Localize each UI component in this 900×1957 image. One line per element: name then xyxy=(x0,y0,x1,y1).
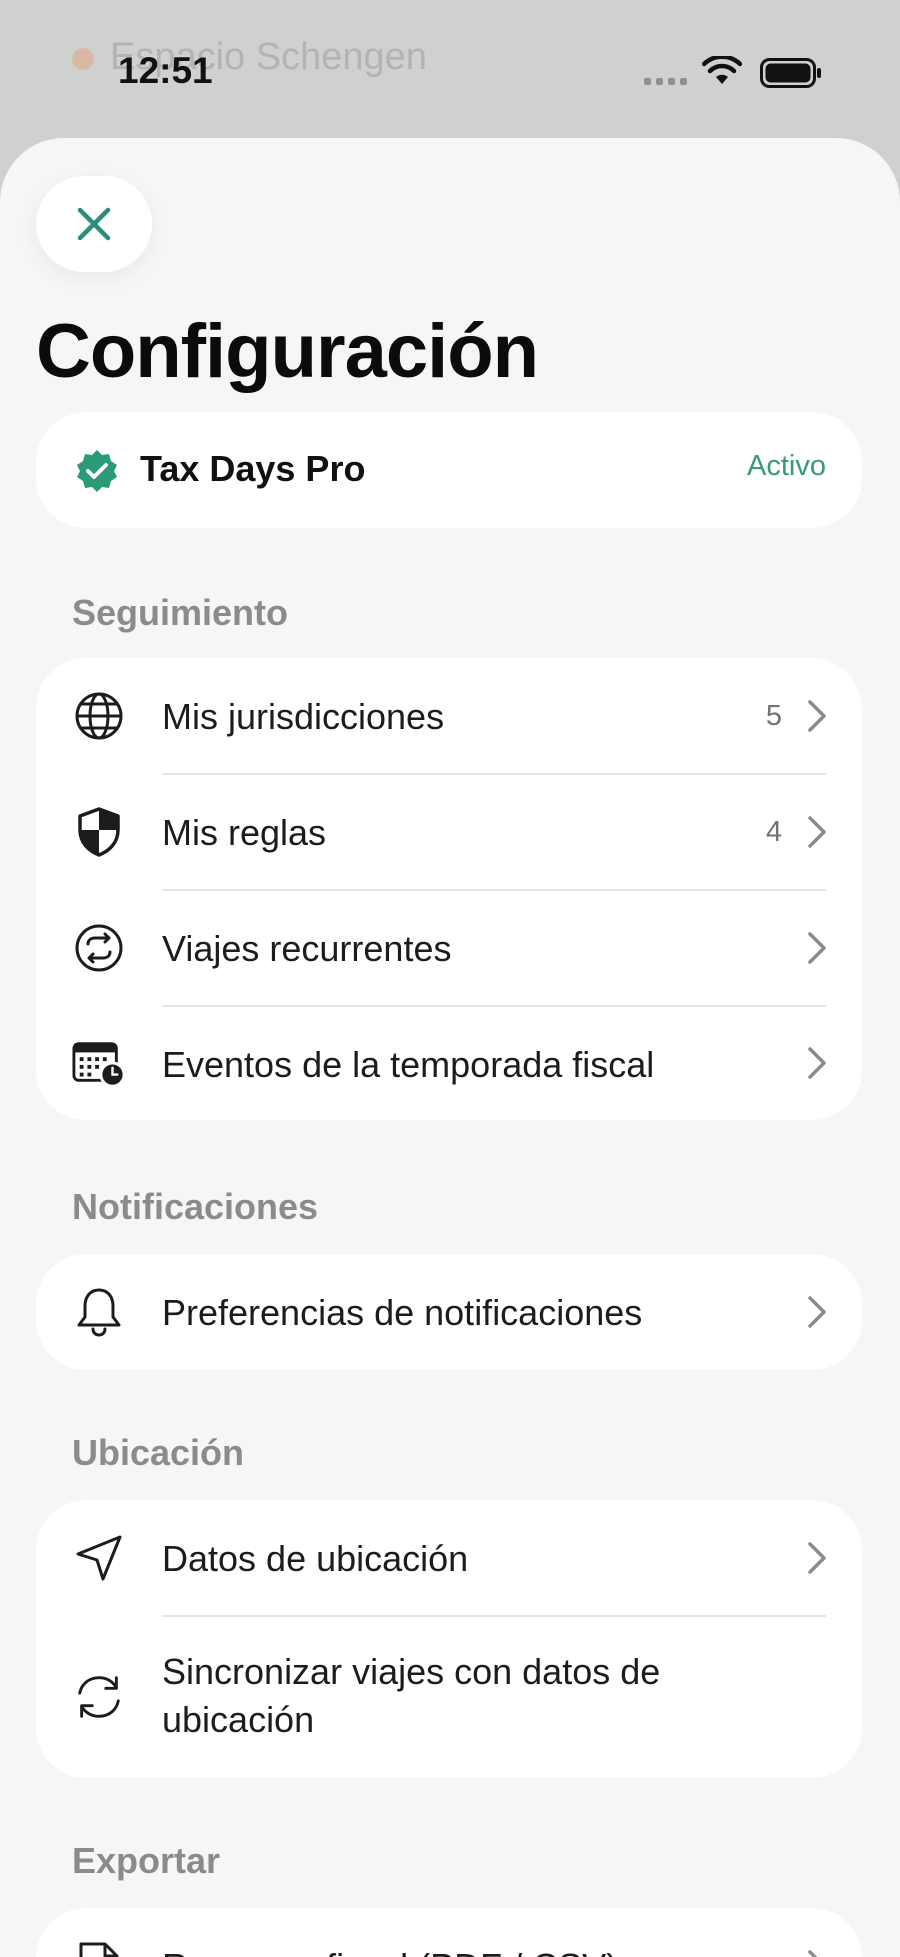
row-label: Mis reglas xyxy=(162,812,327,853)
settings-row-preferencias-notificaciones[interactable]: Preferencias de notificaciones xyxy=(36,1254,862,1370)
section-header-ubicacion: Ubicación xyxy=(72,1432,245,1473)
section-header-seguimiento: Seguimiento xyxy=(72,592,289,633)
location-arrow-icon xyxy=(72,1531,126,1585)
row-label: Preferencias de notificaciones xyxy=(162,1292,643,1333)
page-title: Configuración xyxy=(36,309,539,394)
chevron-right-icon xyxy=(806,1540,828,1576)
wifi-icon xyxy=(702,56,742,84)
section-header-notificaciones: Notificaciones xyxy=(72,1186,319,1227)
verified-badge-icon xyxy=(77,450,117,492)
status-bar: 12:51 xyxy=(0,0,900,140)
battery-icon xyxy=(760,58,821,88)
settings-row-viajes-recurrentes[interactable]: Viajes recurrentes xyxy=(36,890,862,1006)
row-label: Eventos de la temporada fiscal xyxy=(162,1044,655,1085)
shield-icon xyxy=(72,805,126,859)
calendar-clock-icon xyxy=(72,1036,126,1090)
chevron-right-icon xyxy=(806,1948,828,1957)
row-label: Sincronizar viajes con datos de ubicació… xyxy=(162,1651,661,1740)
row-count: 5 xyxy=(765,700,782,732)
row-label: Datos de ubicación xyxy=(162,1538,469,1579)
seguimiento-card: Mis jurisdicciones 5 Mis reglas 4 Viajes… xyxy=(36,658,862,1120)
chevron-right-icon xyxy=(806,814,828,850)
chevron-right-icon xyxy=(806,930,828,966)
settings-row-eventos-fiscales[interactable]: Eventos de la temporada fiscal xyxy=(36,1006,862,1120)
chevron-right-icon xyxy=(806,698,828,734)
chevron-right-icon xyxy=(806,1045,828,1081)
settings-row-sincronizar-viajes[interactable]: Sincronizar viajes con datos de ubicació… xyxy=(36,1616,862,1778)
pro-subscription-card[interactable]: Tax Days Pro Activo xyxy=(36,412,862,528)
row-count: 4 xyxy=(765,816,782,848)
globe-icon xyxy=(72,689,126,743)
cellular-signal-icon xyxy=(644,78,687,85)
screen: Espacio Schengen 12:51 Configuración Tax… xyxy=(0,0,900,1957)
close-icon xyxy=(77,207,111,241)
bell-icon xyxy=(72,1285,126,1339)
section-header-exportar: Exportar xyxy=(72,1840,221,1881)
close-button[interactable] xyxy=(36,176,152,272)
settings-row-jurisdicciones[interactable]: Mis jurisdicciones 5 xyxy=(36,658,862,774)
pro-plan-name: Tax Days Pro xyxy=(140,448,366,489)
settings-row-reglas[interactable]: Mis reglas 4 xyxy=(36,774,862,890)
row-label: Mis jurisdicciones xyxy=(162,696,445,737)
notificaciones-card: Preferencias de notificaciones xyxy=(36,1254,862,1370)
settings-sheet: Configuración Tax Days Pro Activo Seguim… xyxy=(0,138,900,1957)
settings-row-datos-ubicacion[interactable]: Datos de ubicación xyxy=(36,1500,862,1616)
exportar-card: Resumen fiscal (PDF / CSV) xyxy=(36,1908,862,1957)
settings-row-resumen-fiscal[interactable]: Resumen fiscal (PDF / CSV) xyxy=(36,1908,862,1957)
document-icon xyxy=(72,1939,126,1957)
chevron-right-icon xyxy=(806,1294,828,1330)
row-label: Resumen fiscal (PDF / CSV) xyxy=(162,1946,618,1957)
status-time: 12:51 xyxy=(118,50,213,91)
row-label: Viajes recurrentes xyxy=(162,928,452,969)
ubicacion-card: Datos de ubicación Sincronizar viajes co… xyxy=(36,1500,862,1778)
pro-status-badge: Activo xyxy=(747,450,826,482)
sync-icon xyxy=(72,1670,126,1724)
repeat-icon xyxy=(72,921,126,975)
